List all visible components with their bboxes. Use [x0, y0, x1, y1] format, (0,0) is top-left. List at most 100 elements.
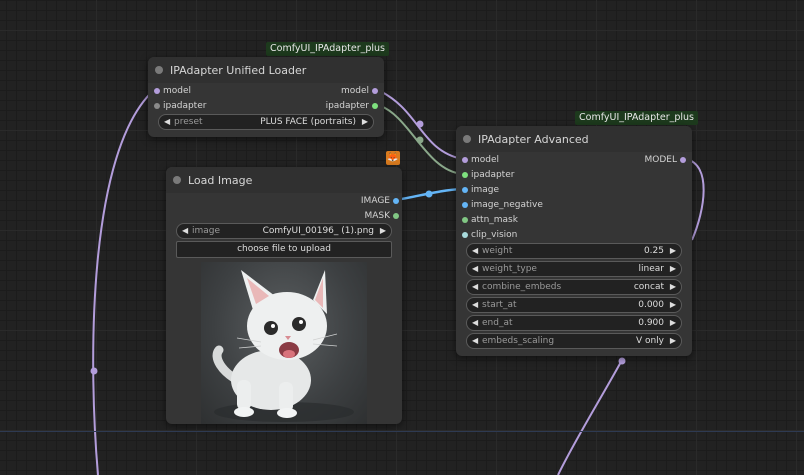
loader-node-titlebar[interactable]: IPAdapter Unified Loader: [148, 57, 384, 83]
arrow-right-icon[interactable]: ▶: [670, 280, 676, 294]
upload-button[interactable]: choose file to upload: [176, 241, 392, 258]
ipadapter-advanced-node[interactable]: IPAdapter Advanced model ipadapter image…: [456, 126, 692, 356]
combine-embeds-value: concat: [633, 282, 664, 292]
advanced-node-titlebar[interactable]: IPAdapter Advanced: [456, 126, 692, 152]
socket-model-out-icon[interactable]: [372, 88, 378, 94]
load-image-title: Load Image: [188, 174, 253, 187]
arrow-right-icon[interactable]: ▶: [670, 316, 676, 330]
advanced-input-clip-vision[interactable]: clip_vision: [462, 229, 518, 241]
socket-attn-mask-icon[interactable]: [462, 217, 468, 223]
socket-model-out-icon[interactable]: [680, 157, 686, 163]
arrow-right-icon[interactable]: ▶: [362, 115, 368, 129]
arrow-right-icon[interactable]: ▶: [670, 334, 676, 348]
arrow-right-icon[interactable]: ▶: [670, 262, 676, 276]
start-at-value: 0.000: [638, 300, 664, 310]
weight-widget[interactable]: ◀ weight 0.25 ▶: [466, 243, 682, 259]
embeds-scaling-value: V only: [635, 336, 664, 346]
image-combo-value: ComfyUI_00196_ (1).png: [262, 226, 374, 236]
arrow-left-icon[interactable]: ◀: [182, 224, 188, 238]
arrow-right-icon[interactable]: ▶: [670, 244, 676, 258]
socket-model-icon[interactable]: [154, 88, 160, 94]
arrow-left-icon[interactable]: ◀: [472, 244, 478, 258]
advanced-input-attn-mask[interactable]: attn_mask: [462, 214, 518, 226]
embeds-scaling-widget[interactable]: ◀ embeds_scaling V only ▶: [466, 333, 682, 349]
collapse-dot-icon[interactable]: [463, 135, 471, 143]
advanced-node-title: IPAdapter Advanced: [478, 133, 589, 146]
preset-value: PLUS FACE (portraits): [260, 117, 356, 127]
arrow-left-icon[interactable]: ◀: [164, 115, 170, 129]
preset-combo[interactable]: ◀ preset PLUS FACE (portraits) ▶: [158, 114, 374, 130]
advanced-input-attn-mask-label: attn_mask: [471, 215, 518, 225]
loader-output-ipadapter[interactable]: ipadapter: [325, 100, 378, 112]
arrow-left-icon[interactable]: ◀: [472, 280, 478, 294]
end-at-widget[interactable]: ◀ end_at 0.900 ▶: [466, 315, 682, 331]
advanced-input-ipadapter[interactable]: ipadapter: [462, 169, 515, 181]
image-combo-label: image: [192, 226, 221, 236]
loader-input-ipadapter-label: ipadapter: [163, 101, 207, 111]
link-model-in: [92, 89, 155, 475]
advanced-input-model[interactable]: model: [462, 154, 500, 166]
loader-node-badge: ComfyUI_IPAdapter_plus: [266, 42, 390, 56]
advanced-input-image[interactable]: image: [462, 184, 500, 196]
arrow-left-icon[interactable]: ◀: [472, 298, 478, 312]
loader-output-model-label: model: [340, 86, 369, 96]
socket-ipadapter-icon[interactable]: [462, 172, 468, 178]
advanced-input-image-label: image: [471, 185, 500, 195]
advanced-output-model-label: MODEL: [644, 155, 677, 165]
weight-type-value: linear: [638, 264, 664, 274]
start-at-widget[interactable]: ◀ start_at 0.000 ▶: [466, 297, 682, 313]
socket-ipadapter-out-icon[interactable]: [372, 103, 378, 109]
combine-embeds-label: combine_embeds: [482, 282, 562, 292]
weight-type-widget[interactable]: ◀ weight_type linear ▶: [466, 261, 682, 277]
combine-embeds-widget[interactable]: ◀ combine_embeds concat ▶: [466, 279, 682, 295]
loader-input-model[interactable]: model: [154, 85, 192, 97]
ipadapter-unified-loader-node[interactable]: IPAdapter Unified Loader model ipadapter…: [148, 57, 384, 137]
advanced-input-ipadapter-label: ipadapter: [471, 170, 515, 180]
advanced-output-model[interactable]: MODEL: [644, 154, 686, 166]
arrow-left-icon[interactable]: ◀: [472, 316, 478, 330]
load-image-output-mask-label: MASK: [364, 211, 390, 221]
socket-clip-vision-icon[interactable]: [462, 232, 468, 238]
embeds-scaling-label: embeds_scaling: [482, 336, 555, 346]
socket-image-icon[interactable]: [462, 187, 468, 193]
start-at-label: start_at: [482, 300, 517, 310]
load-image-output-mask[interactable]: MASK: [364, 210, 399, 222]
load-image-node[interactable]: Load Image IMAGE MASK ◀ image ComfyUI_00…: [166, 167, 402, 424]
load-image-output-image-label: IMAGE: [360, 196, 390, 206]
arrow-left-icon[interactable]: ◀: [472, 262, 478, 276]
end-at-value: 0.900: [638, 318, 664, 328]
advanced-input-image-negative-label: image_negative: [471, 200, 543, 210]
socket-ipadapter-icon[interactable]: [154, 103, 160, 109]
arrow-right-icon[interactable]: ▶: [380, 224, 386, 238]
advanced-node-badge: ComfyUI_IPAdapter_plus: [575, 111, 699, 125]
advanced-input-clip-vision-label: clip_vision: [471, 230, 518, 240]
image-combo[interactable]: ◀ image ComfyUI_00196_ (1).png ▶: [176, 223, 392, 239]
socket-mask-out-icon[interactable]: [393, 213, 399, 219]
load-image-output-image[interactable]: IMAGE: [360, 195, 399, 207]
load-image-titlebar[interactable]: Load Image: [166, 167, 402, 193]
link-model-loader-advanced-midpoint: [416, 120, 424, 128]
socket-image-out-icon[interactable]: [393, 198, 399, 204]
image-preview: [201, 262, 367, 424]
advanced-input-image-negative[interactable]: image_negative: [462, 199, 543, 211]
loader-output-ipadapter-label: ipadapter: [325, 101, 369, 111]
weight-label: weight: [482, 246, 513, 256]
link-model-in-midpoint: [90, 367, 98, 375]
fox-icon: 🦊: [386, 151, 400, 165]
loader-output-model[interactable]: model: [340, 85, 378, 97]
kitten-image: [212, 270, 354, 422]
link-image-midpoint: [425, 190, 433, 198]
collapse-dot-icon[interactable]: [173, 176, 181, 184]
weight-value: 0.25: [643, 246, 664, 256]
canvas-guide-line: [0, 431, 804, 432]
loader-input-ipadapter[interactable]: ipadapter: [154, 100, 207, 112]
arrow-right-icon[interactable]: ▶: [670, 298, 676, 312]
arrow-left-icon[interactable]: ◀: [472, 334, 478, 348]
advanced-input-model-label: model: [471, 155, 500, 165]
collapse-dot-icon[interactable]: [155, 66, 163, 74]
socket-image-negative-icon[interactable]: [462, 202, 468, 208]
socket-model-icon[interactable]: [462, 157, 468, 163]
loader-input-model-label: model: [163, 86, 192, 96]
preset-label: preset: [174, 117, 203, 127]
weight-type-label: weight_type: [482, 264, 537, 274]
